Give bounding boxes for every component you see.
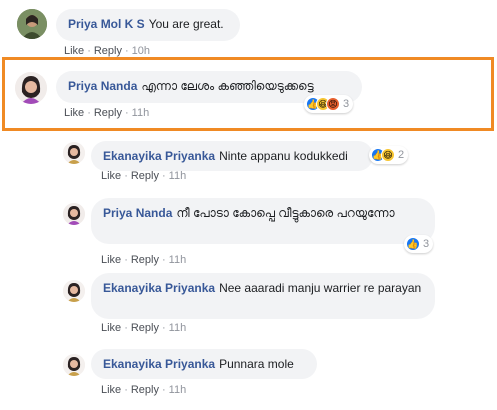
- timestamp[interactable]: 11h: [169, 322, 187, 334]
- avatar[interactable]: [63, 280, 85, 302]
- avatar[interactable]: [63, 203, 85, 225]
- reply-link[interactable]: Reply: [94, 45, 122, 57]
- comment-actions: Like · Reply · 11h: [64, 107, 150, 119]
- like-link[interactable]: Like: [64, 107, 84, 119]
- avatar[interactable]: [15, 72, 47, 104]
- comment-bubble: Ekanayika Priyanka Ninte appanu kodukkedi: [91, 141, 373, 171]
- comment-actions: Like · Reply · 10h: [64, 45, 151, 57]
- comment-text: You are great.: [148, 17, 224, 31]
- reply-link[interactable]: Reply: [131, 384, 159, 396]
- like-link[interactable]: Like: [101, 384, 121, 396]
- comment-bubble: Priya Mol K S You are great.: [56, 9, 240, 41]
- reply-author[interactable]: Ekanayika Priyanka: [103, 149, 215, 163]
- timestamp[interactable]: 11h: [132, 107, 150, 119]
- comment-text: എന്നാ ലേശം കഞ്ഞിയെടുക്കട്ടെ: [141, 79, 314, 93]
- reactions-summary[interactable]: 👍 😆 😡 3: [304, 95, 354, 113]
- reply-text: Punnara mole: [219, 357, 294, 371]
- like-link[interactable]: Like: [64, 45, 84, 57]
- reply-link[interactable]: Reply: [131, 254, 159, 266]
- comment-actions: Like · Reply · 11h: [101, 384, 187, 396]
- haha-icon: 😆: [381, 148, 395, 162]
- reply-author[interactable]: Ekanayika Priyanka: [103, 357, 215, 371]
- reply-text: Nee aaaradi manju warrier re parayan: [219, 281, 422, 295]
- reply-link[interactable]: Reply: [131, 322, 159, 334]
- timestamp[interactable]: 11h: [169, 170, 187, 182]
- avatar[interactable]: [63, 354, 85, 376]
- comment-actions: Like · Reply · 11h: [101, 170, 187, 182]
- reply-author[interactable]: Priya Nanda: [103, 206, 172, 220]
- comment-actions: Like · Reply · 11h: [101, 254, 187, 266]
- like-link[interactable]: Like: [101, 254, 121, 266]
- reply-author[interactable]: Ekanayika Priyanka: [103, 281, 215, 295]
- comment-bubble: Ekanayika Priyanka Nee aaaradi manju warr…: [91, 273, 435, 319]
- avatar[interactable]: [63, 142, 85, 164]
- reactions-summary[interactable]: 👍 3: [404, 235, 434, 253]
- avatar[interactable]: [17, 9, 47, 39]
- comment-bubble: Priya Nanda നീ പോടാ കോപ്പെ വീട്ടുകാരെ പറയ…: [91, 198, 435, 244]
- like-link[interactable]: Like: [101, 170, 121, 182]
- reaction-count: 3: [423, 238, 430, 250]
- comment-author[interactable]: Priya Mol K S: [68, 17, 145, 31]
- reply-text: Ninte appanu kodukkedi: [219, 149, 348, 163]
- reaction-count: 3: [343, 98, 350, 110]
- comment-bubble: Ekanayika Priyanka Punnara mole: [91, 349, 317, 379]
- comment-author[interactable]: Priya Nanda: [68, 79, 137, 93]
- comment-actions: Like · Reply · 11h: [101, 322, 187, 334]
- reply-link[interactable]: Reply: [131, 170, 159, 182]
- reply-link[interactable]: Reply: [94, 107, 122, 119]
- angry-icon: 😡: [326, 97, 340, 111]
- like-link[interactable]: Like: [101, 322, 121, 334]
- timestamp[interactable]: 10h: [132, 45, 150, 57]
- reaction-count: 2: [398, 149, 405, 161]
- reactions-summary[interactable]: 👍 😆 2: [369, 146, 409, 164]
- timestamp[interactable]: 11h: [169, 384, 187, 396]
- timestamp[interactable]: 11h: [169, 254, 187, 266]
- reply-text: നീ പോടാ കോപ്പെ വീട്ടുകാരെ പറയുന്നോ: [176, 206, 395, 220]
- like-icon: 👍: [406, 237, 420, 251]
